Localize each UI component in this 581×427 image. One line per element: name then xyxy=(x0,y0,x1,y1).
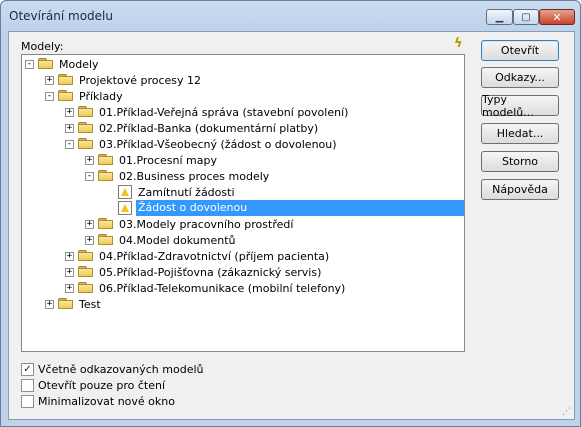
folder-icon xyxy=(98,218,114,230)
folder-icon xyxy=(58,298,74,310)
folder-icon xyxy=(98,154,114,166)
tree-node-projektove-procesy[interactable]: + Projektové procesy 12 xyxy=(45,72,203,88)
minimize-button[interactable]: ▁ xyxy=(486,9,513,25)
tree-node-zadost-o-dovolenou[interactable]: Žádost o dovolenou xyxy=(118,200,464,216)
tree-node-modely-pracovniho-prostredi[interactable]: + 03.Modely pracovního prostředí xyxy=(85,216,295,232)
folder-icon xyxy=(58,90,74,102)
tree-node-priklady[interactable]: - Příklady xyxy=(45,88,125,104)
tree-node-label: 06.Příklad-Telekomunikace (mobilní telef… xyxy=(99,281,346,295)
folder-icon xyxy=(38,58,54,70)
tree-node-label: 03.Příklad-Všeobecný (žádost o dovolenou… xyxy=(99,137,337,151)
minimize-icon: ▁ xyxy=(495,11,504,23)
models-label: Modely: xyxy=(21,40,64,53)
title-bar[interactable]: Otevírání modelu ▁ ▢ ✕ xyxy=(1,1,580,31)
tree-node-pojistovna[interactable]: + 05.Příklad-Pojišťovna (zákaznický serv… xyxy=(65,264,323,280)
collapse-icon[interactable]: - xyxy=(65,139,74,149)
read-only-label: Otevřít pouze pro čtení xyxy=(38,378,166,392)
tree-node-label: Modely xyxy=(59,57,99,71)
expand-icon[interactable]: + xyxy=(65,123,74,133)
folder-icon xyxy=(98,170,114,182)
dialog-window: Otevírání modelu ▁ ▢ ✕ Modely: ϟ - Model… xyxy=(0,0,581,427)
tree-node-modely[interactable]: - Modely xyxy=(25,56,101,72)
tree-node-label: Zamítnutí žádosti xyxy=(138,185,235,199)
collapse-icon[interactable]: - xyxy=(45,91,54,101)
read-only-option[interactable]: Otevřít pouze pro čtení xyxy=(21,377,165,393)
lightning-refresh-icon[interactable]: ϟ xyxy=(454,37,470,50)
include-referenced-label: Včetně odkazovaných modelů xyxy=(38,362,204,376)
collapse-icon[interactable]: - xyxy=(25,59,34,69)
folder-icon xyxy=(78,122,94,134)
expand-icon[interactable]: + xyxy=(85,219,94,229)
include-referenced-option[interactable]: ✓ Včetně odkazovaných modelů xyxy=(21,361,204,377)
tree-node-banka[interactable]: + 02.Příklad-Banka (dokumentární platby) xyxy=(65,120,320,136)
close-icon: ✕ xyxy=(552,10,562,24)
tree-node-label: 04.Model dokumentů xyxy=(119,233,236,247)
expand-icon[interactable]: + xyxy=(65,283,74,293)
tree-node-vseobecny[interactable]: - 03.Příklad-Všeobecný (žádost o dovolen… xyxy=(65,136,339,152)
tree-node-label: Žádost o dovolenou xyxy=(136,200,464,216)
tree-node-label: Test xyxy=(79,297,101,311)
expand-icon[interactable]: + xyxy=(65,251,74,261)
minimize-window-checkbox[interactable] xyxy=(21,394,34,408)
folder-icon xyxy=(78,282,94,294)
expand-icon[interactable]: + xyxy=(65,107,74,117)
expand-icon[interactable]: + xyxy=(45,299,54,309)
minimize-window-option[interactable]: Minimalizovat nové okno xyxy=(21,393,175,409)
expand-icon[interactable]: + xyxy=(45,75,54,85)
folder-icon xyxy=(78,266,94,278)
window-title: Otevírání modelu xyxy=(9,9,113,23)
tree-node-label: 04.Příklad-Zdravotnictví (příjem pacient… xyxy=(99,249,330,263)
read-only-checkbox[interactable] xyxy=(21,378,34,392)
dialog-client-area: Modely: ϟ - Modely + Projektové procesy … xyxy=(8,31,575,420)
tree-node-label: Příklady xyxy=(79,89,123,103)
folder-icon xyxy=(98,234,114,246)
search-button[interactable]: Hledat... xyxy=(481,123,559,144)
help-button[interactable]: Nápověda xyxy=(481,179,559,200)
maximize-button[interactable]: ▢ xyxy=(513,9,539,25)
tree-node-zamitnuti-zadosti[interactable]: Zamítnutí žádosti xyxy=(118,184,237,200)
folder-icon xyxy=(58,74,74,86)
tree-node-verejna-sprava[interactable]: + 01.Příklad-Veřejná správa (stavební po… xyxy=(65,104,350,120)
resize-grip-icon[interactable]: ⋰ xyxy=(562,407,572,417)
tree-node-procesni-mapy[interactable]: + 01.Procesní mapy xyxy=(85,152,219,168)
folder-icon xyxy=(78,106,94,118)
minimize-window-label: Minimalizovat nové okno xyxy=(38,394,175,408)
tree-node-business-proces-modely[interactable]: - 02.Business proces modely xyxy=(85,168,271,184)
close-button[interactable]: ✕ xyxy=(539,9,575,25)
expand-icon[interactable]: + xyxy=(85,235,94,245)
model-types-button[interactable]: Typy modelů... xyxy=(481,93,559,119)
expand-icon[interactable]: + xyxy=(65,267,74,277)
tree-node-model-dokumentu[interactable]: + 04.Model dokumentů xyxy=(85,232,237,248)
tree-node-label: 05.Příklad-Pojišťovna (zákaznický servis… xyxy=(99,265,322,279)
tree-node-label: 02.Business proces modely xyxy=(119,169,270,183)
maximize-icon: ▢ xyxy=(521,11,531,23)
tree-node-zdravotnictvi[interactable]: + 04.Příklad-Zdravotnictví (příjem pacie… xyxy=(65,248,331,264)
tree-node-telekomunikace[interactable]: + 06.Příklad-Telekomunikace (mobilní tel… xyxy=(65,280,347,296)
tree-node-label: 03.Modely pracovního prostředí xyxy=(119,217,294,231)
open-button[interactable]: Otevřít xyxy=(481,40,559,61)
tree-node-label: 01.Procesní mapy xyxy=(119,153,217,167)
tree-node-label: Projektové procesy 12 xyxy=(79,73,202,87)
collapse-icon[interactable]: - xyxy=(85,171,94,181)
model-tree[interactable]: - Modely + Projektové procesy 12 - Příkl… xyxy=(21,54,465,352)
include-referenced-checkbox[interactable]: ✓ xyxy=(21,362,34,376)
process-model-icon xyxy=(118,185,132,199)
folder-icon xyxy=(78,250,94,262)
process-model-icon xyxy=(118,201,132,215)
folder-icon xyxy=(78,138,94,150)
expand-icon[interactable]: + xyxy=(85,155,94,165)
tree-node-test[interactable]: + Test xyxy=(45,296,103,312)
cancel-button[interactable]: Storno xyxy=(481,151,559,172)
tree-node-label: 01.Příklad-Veřejná správa (stavební povo… xyxy=(99,105,349,119)
tree-node-label: 02.Příklad-Banka (dokumentární platby) xyxy=(99,121,319,135)
links-button[interactable]: Odkazy... xyxy=(481,67,559,88)
